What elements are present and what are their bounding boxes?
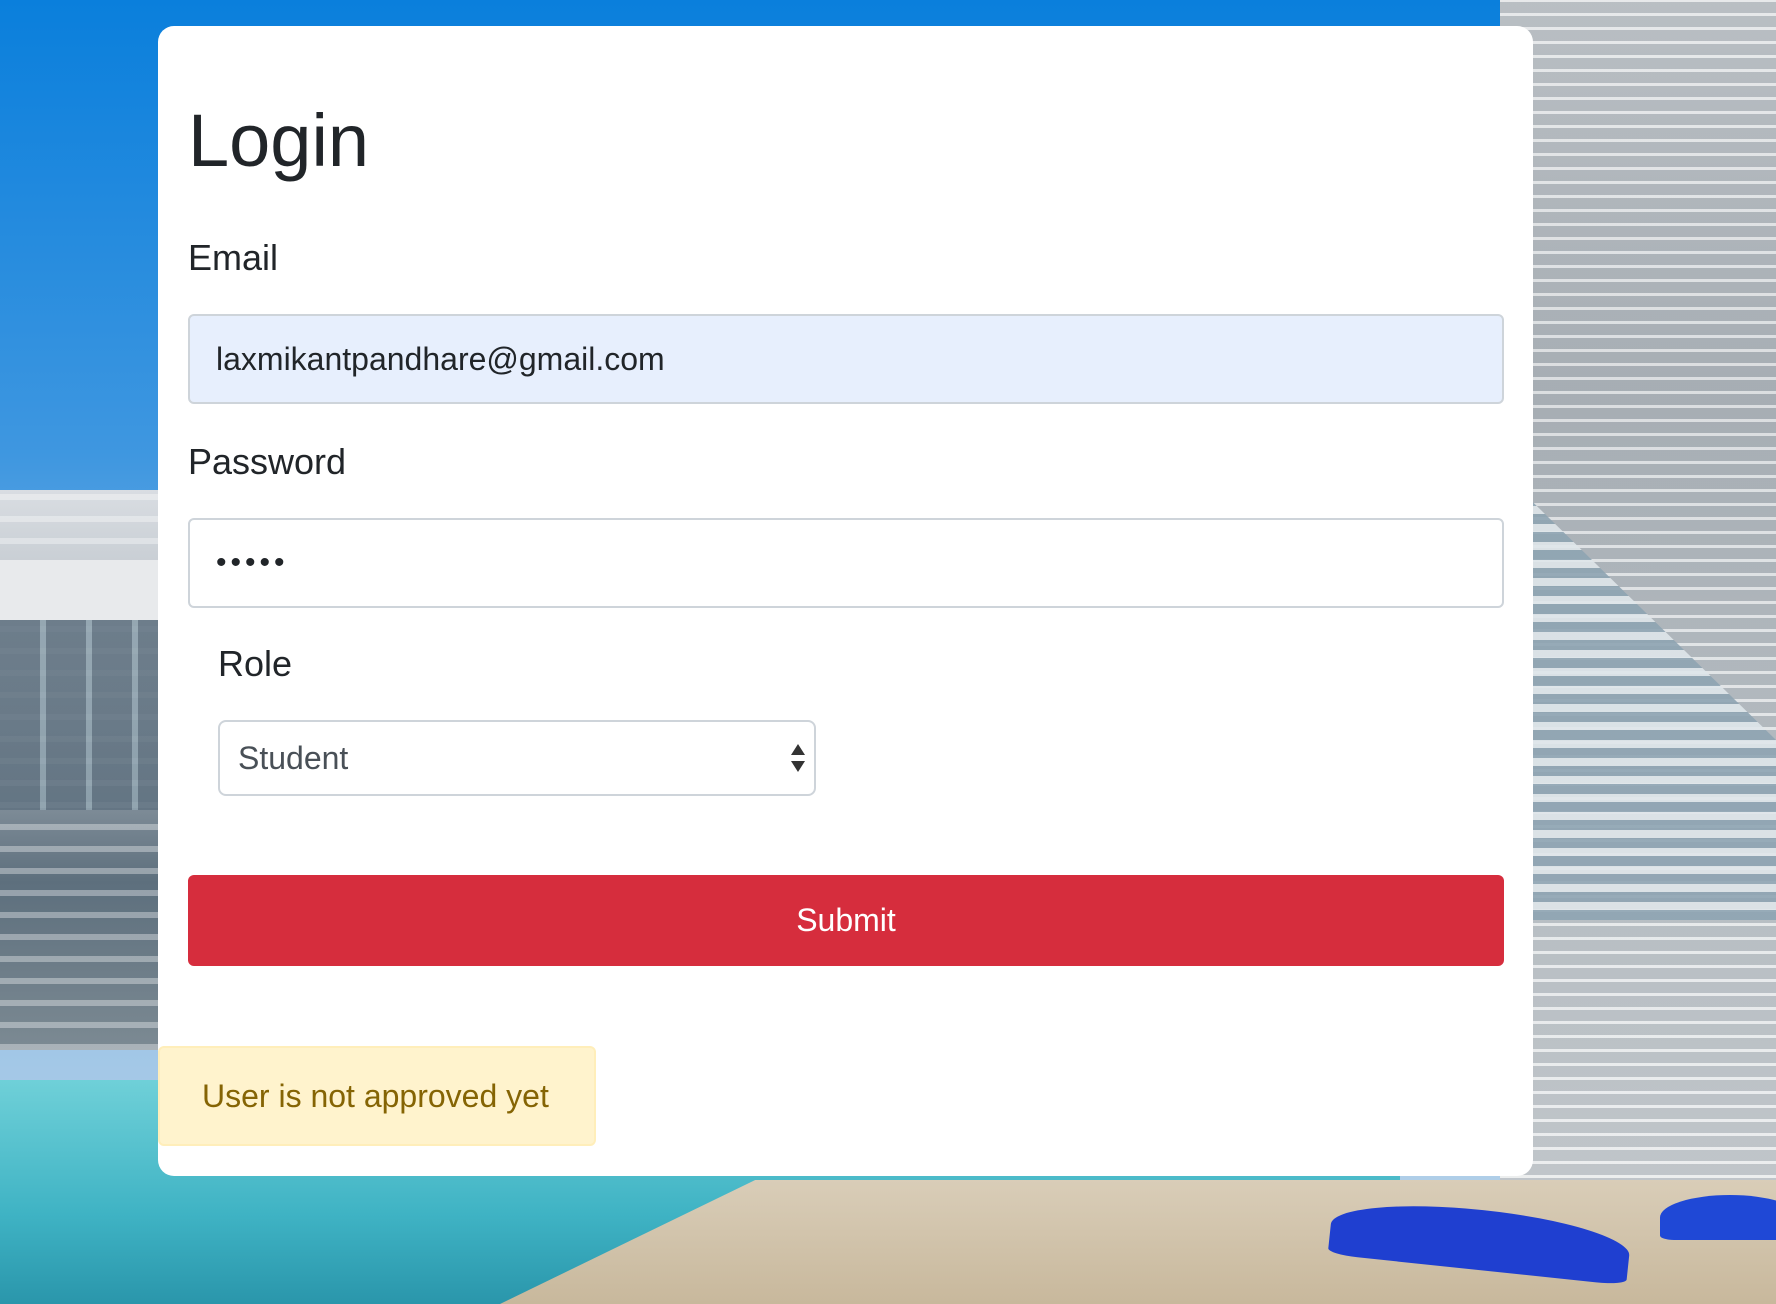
role-label: Role [218,643,293,684]
email-label: Email [188,237,279,278]
background-building-left [0,490,180,1050]
page-title: Login [188,99,370,182]
role-select-value: Student [238,739,349,776]
role-select[interactable]: Student [218,720,816,796]
password-label: Password [188,441,347,482]
password-field-value: ••••• [216,546,289,579]
email-field-value: laxmikantpandhare@gmail.com [216,340,665,377]
email-field[interactable]: laxmikantpandhare@gmail.com [188,314,1504,404]
background-umbrella-small [1660,1195,1776,1240]
alert-warning: User is not approved yet [158,1046,596,1146]
login-card: Login Email laxmikantpandhare@gmail.com … [158,26,1533,1176]
alert-message: User is not approved yet [202,1077,549,1114]
submit-button[interactable]: Submit [188,875,1504,966]
password-field[interactable]: ••••• [188,518,1504,608]
select-updown-arrows-icon [791,744,805,772]
